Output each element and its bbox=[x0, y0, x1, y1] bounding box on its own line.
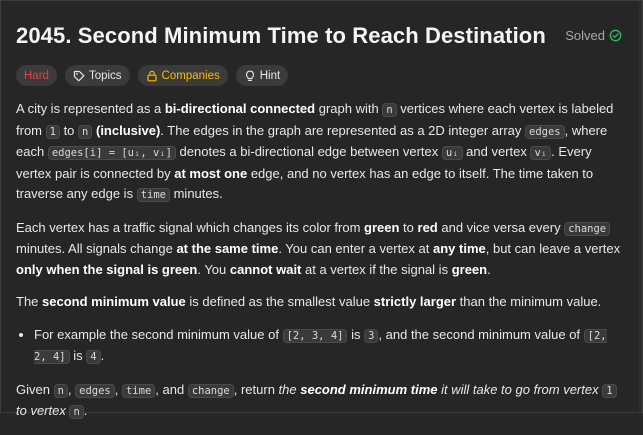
inline-code: n bbox=[78, 124, 93, 139]
inline-code: vᵢ bbox=[530, 146, 552, 160]
companies-label: Companies bbox=[161, 69, 220, 82]
hint-button[interactable]: Hint bbox=[235, 65, 289, 86]
inline-code: change bbox=[564, 221, 611, 236]
scrollbar-track[interactable] bbox=[639, 1, 642, 412]
inline-code: n bbox=[382, 103, 397, 117]
check-circle-icon bbox=[609, 29, 622, 42]
solved-label: Solved bbox=[565, 28, 605, 43]
inline-code: n bbox=[69, 405, 84, 419]
inline-code: 3 bbox=[364, 328, 379, 343]
inline-code: edges[i] = [uᵢ, vᵢ] bbox=[47, 146, 176, 160]
inline-code: [2, 3, 4] bbox=[282, 328, 348, 343]
list-item: For example the second minimum value of … bbox=[34, 325, 621, 368]
inline-code: time bbox=[136, 188, 170, 202]
problem-title[interactable]: 2045. Second Minimum Time to Reach Desti… bbox=[16, 23, 546, 48]
topics-label: Topics bbox=[88, 69, 122, 82]
lock-icon bbox=[146, 70, 157, 81]
example-list: For example the second minimum value of … bbox=[16, 325, 621, 368]
inline-code: edges bbox=[75, 383, 115, 398]
tag-row: Hard Topics Companies Hint bbox=[16, 65, 289, 86]
hint-label: Hint bbox=[259, 69, 281, 82]
inline-code: time bbox=[121, 383, 156, 398]
inline-code: edges bbox=[525, 124, 565, 139]
solved-status: Solved bbox=[565, 28, 622, 43]
paragraph-task: Given n, edges, time, and change, return… bbox=[16, 380, 621, 423]
inline-code: 1 bbox=[602, 383, 617, 398]
inline-code: 4 bbox=[86, 350, 101, 364]
paragraph-intro: A city is represented as a bi-directiona… bbox=[16, 101, 614, 202]
companies-button[interactable]: Companies bbox=[137, 65, 228, 86]
inline-code: change bbox=[187, 383, 234, 398]
tag-icon bbox=[73, 70, 85, 81]
paragraph-signals: Each vertex has a traffic signal which c… bbox=[16, 219, 621, 277]
inline-code: uᵢ bbox=[441, 146, 463, 160]
difficulty-badge: Hard bbox=[16, 65, 57, 86]
lightbulb-icon bbox=[245, 70, 254, 81]
inline-code: n bbox=[53, 383, 68, 398]
inline-code: 1 bbox=[45, 124, 60, 139]
problem-description: A city is represented as a bi-directiona… bbox=[16, 99, 621, 435]
paragraph-second-minimum: The second minimum value is defined as t… bbox=[16, 294, 602, 309]
topics-button[interactable]: Topics bbox=[64, 65, 130, 86]
problem-panel: 2045. Second Minimum Time to Reach Desti… bbox=[0, 0, 643, 419]
title-row: 2045. Second Minimum Time to Reach Desti… bbox=[16, 23, 628, 53]
